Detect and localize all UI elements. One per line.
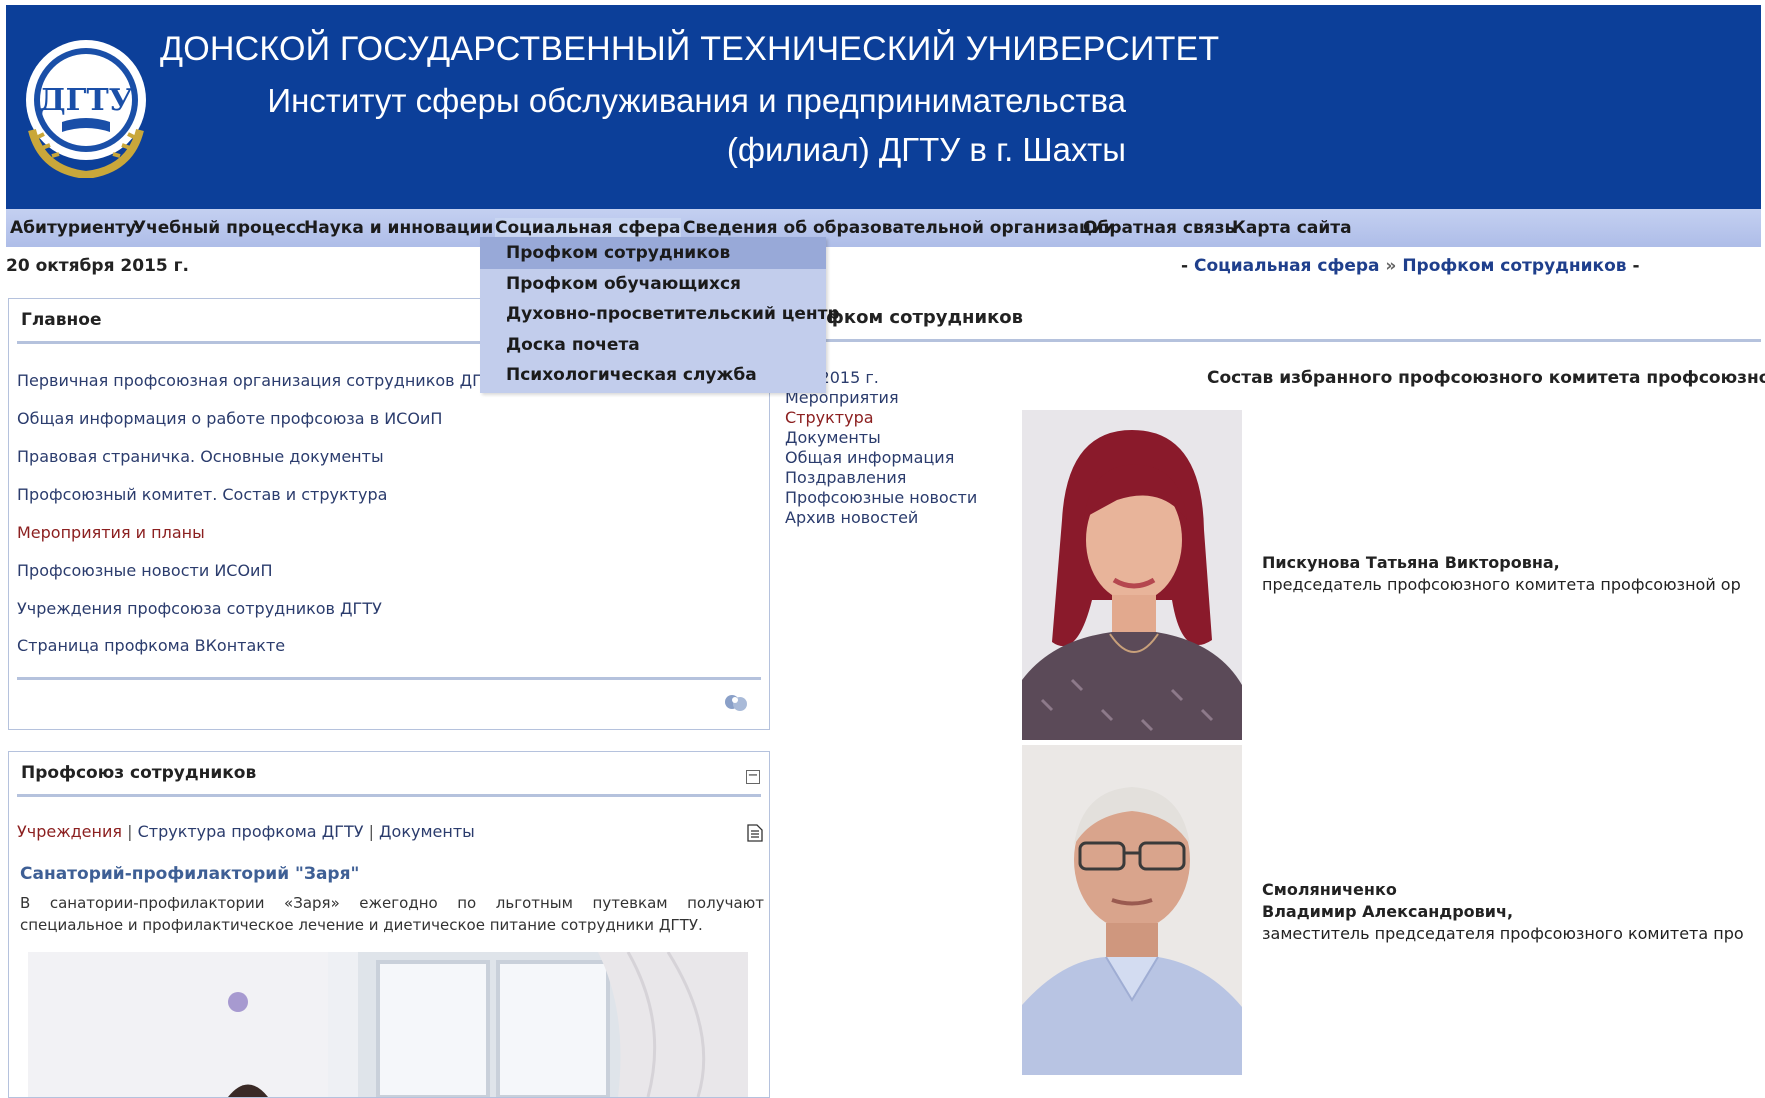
panel-union: Профсоюз сотрудников − Учреждения | Стру… (8, 751, 770, 1098)
university-logo[interactable]: ДГТУ (22, 30, 150, 178)
submenu-congratulations[interactable]: Поздравления (785, 468, 906, 488)
breadcrumb-page[interactable]: Профком сотрудников (1402, 256, 1626, 276)
panel-main-bottom-rule (17, 677, 761, 680)
breadcrumb-suffix: - (1626, 256, 1640, 276)
person-2-surname: Смоляниченко (1262, 880, 1397, 899)
rss-icon[interactable] (723, 691, 749, 713)
breadcrumb-section[interactable]: Социальная сфера (1194, 256, 1380, 276)
breadcrumb: - Социальная сфера » Профком сотрудников… (1181, 256, 1640, 276)
header-subtitle: Институт сферы обслуживания и предприним… (267, 82, 1126, 119)
menu-science[interactable]: Наука и инновации (304, 218, 493, 238)
portrait-photo-1 (1022, 410, 1242, 740)
tab-separator-1: | (122, 822, 138, 841)
menu-applicants[interactable]: Абитуриенту (10, 218, 136, 238)
tab-structure[interactable]: Структура профкома ДГТУ (138, 822, 364, 841)
article-title[interactable]: Санаторий-профилакторий "Заря" (20, 864, 359, 884)
breadcrumb-sep: » (1379, 256, 1403, 276)
social-submenu: Профком сотрудников Профком обучающихся … (480, 237, 840, 393)
panel-main-title: Главное (21, 310, 102, 330)
main-menu: Абитуриенту Учебный процесс Наука и инно… (6, 209, 1761, 247)
menu-about[interactable]: Сведения об образовательной организации (683, 218, 1115, 238)
link-vkontakte[interactable]: Страница профкома ВКонтакте (17, 636, 285, 655)
person-1-role: председатель профсоюзного комитета профс… (1262, 575, 1741, 594)
panel-union-title-rule (17, 794, 761, 797)
menu-social[interactable]: Социальная сфера (495, 218, 681, 238)
tab-institutions[interactable]: Учреждения (17, 822, 122, 841)
menu-feedback[interactable]: Обратная связь (1083, 218, 1235, 238)
link-union-news[interactable]: Профсоюзные новости ИСОиП (17, 561, 272, 580)
link-general-info[interactable]: Общая информация о работе профсоюза в ИС… (17, 409, 442, 428)
submenu-documents[interactable]: Документы (785, 428, 881, 448)
dropdown-staff-union[interactable]: Профком сотрудников (506, 243, 730, 263)
right-title: фком сотрудников (826, 307, 1024, 328)
header-title: ДОНСКОЙ ГОСУДАРСТВЕННЫЙ ТЕХНИЧЕСКИЙ УНИВ… (160, 30, 1220, 68)
person-2-role: заместитель председателя профсоюзного ко… (1262, 924, 1744, 943)
breadcrumb-prefix: - (1181, 256, 1194, 276)
document-icon[interactable] (747, 824, 763, 842)
submenu-archive[interactable]: Архив новостей (785, 508, 918, 528)
right-title-rule (784, 339, 1761, 342)
link-committee[interactable]: Профсоюзный комитет. Состав и структура (17, 485, 387, 504)
dropdown-honor-board[interactable]: Доска почета (506, 335, 640, 355)
union-tabs: Учреждения | Структура профкома ДГТУ | Д… (17, 822, 475, 841)
committee-heading: Состав избранного профсоюзного комитета … (1207, 368, 1765, 388)
link-institutions[interactable]: Учреждения профсоюза сотрудников ДГТУ (17, 599, 382, 618)
portrait-photo-2 (1022, 745, 1242, 1075)
tab-documents[interactable]: Документы (379, 822, 475, 841)
person-1-name: Пискунова Татьяна Викторовна, (1262, 553, 1560, 572)
submenu-news[interactable]: Профсоюзные новости (785, 488, 977, 508)
tab-separator-2: | (363, 822, 380, 841)
header-subtitle-2: (филиал) ДГТУ в г. Шахты (726, 131, 1126, 168)
article-text: В санатории-профилактории «Заря» ежегодн… (20, 894, 764, 934)
menu-education[interactable]: Учебный процесс (133, 218, 306, 238)
link-legal-page[interactable]: Правовая страничка. Основные документы (17, 447, 384, 466)
panel-union-title: Профсоюз сотрудников (21, 763, 257, 783)
collapse-icon[interactable]: − (746, 769, 760, 784)
dropdown-student-union[interactable]: Профком обучающихся (506, 274, 741, 294)
link-events-plans[interactable]: Мероприятия и планы (17, 523, 205, 542)
link-primary-org[interactable]: Первичная профсоюзная организация сотруд… (17, 371, 501, 390)
dropdown-psychology[interactable]: Психологическая служба (506, 365, 757, 385)
logo-text: ДГТУ (39, 83, 134, 118)
submenu-general-info[interactable]: Общая информация (785, 448, 954, 468)
dropdown-spiritual-center[interactable]: Духовно-просветительский центр (506, 304, 840, 324)
person-2-name: Владимир Александрович, (1262, 902, 1514, 921)
current-date: 20 октября 2015 г. (6, 256, 190, 276)
menu-sitemap[interactable]: Карта сайта (1232, 218, 1352, 238)
article-image (28, 952, 748, 1097)
submenu-structure[interactable]: Структура (785, 408, 874, 428)
